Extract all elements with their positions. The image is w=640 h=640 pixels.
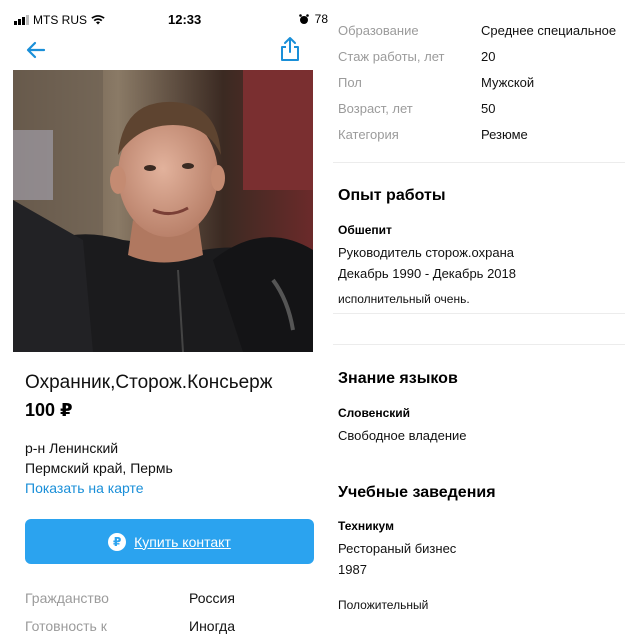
education-extra: Положительный bbox=[338, 598, 429, 612]
detail-label-readiness: Готовность к bbox=[25, 618, 107, 634]
listing-price: 100 ₽ bbox=[25, 400, 73, 420]
detail-value-category: Резюме bbox=[481, 127, 528, 142]
nav-bar bbox=[0, 36, 330, 66]
listing-title: Охранник,Сторож.Консьерж bbox=[25, 372, 273, 393]
language-name: Словенский bbox=[338, 406, 411, 420]
divider bbox=[333, 313, 625, 314]
person-photo-image bbox=[13, 70, 313, 352]
detail-value-experience: 20 bbox=[481, 49, 496, 64]
profile-photo[interactable] bbox=[13, 70, 313, 352]
experience-company: Обшепит bbox=[338, 223, 392, 237]
show-on-map-link[interactable]: Показать на карте bbox=[25, 480, 144, 496]
status-left: MTS RUS bbox=[14, 13, 105, 27]
detail-label-category: Категория bbox=[338, 127, 399, 142]
listing-screen: MTS RUS 12:33 78 Охранник,Сторож.Консьер… bbox=[0, 0, 330, 640]
language-level: Свободное владение bbox=[338, 428, 467, 443]
resume-details-screen: Образование Среднее специальное Стаж раб… bbox=[333, 0, 640, 640]
detail-value-education: Среднее специальное bbox=[481, 23, 617, 38]
wifi-icon bbox=[91, 15, 105, 25]
alarm-icon bbox=[298, 13, 309, 24]
divider bbox=[333, 162, 625, 163]
education-specialty: Ресторaный бизнес bbox=[338, 541, 457, 556]
detail-label-gender: Пол bbox=[338, 75, 362, 90]
experience-position: Руководитель сторож.охрана bbox=[338, 245, 514, 260]
back-arrow-icon[interactable] bbox=[24, 38, 48, 62]
languages-section-title: Знание языков bbox=[338, 370, 458, 387]
detail-label-education: Образование bbox=[338, 23, 419, 38]
education-section-title: Учебные заведения bbox=[338, 484, 496, 501]
detail-value-readiness: Иногда bbox=[189, 618, 236, 634]
detail-label-experience: Стаж работы, лет bbox=[338, 49, 445, 64]
detail-value-citizenship: Россия bbox=[189, 590, 235, 606]
detail-value-age: 50 bbox=[481, 101, 496, 116]
detail-label-citizenship: Гражданство bbox=[25, 590, 109, 606]
status-right: 78 bbox=[298, 12, 328, 26]
experience-section-title: Опыт работы bbox=[338, 187, 446, 204]
ruble-icon: ₽ bbox=[108, 532, 127, 551]
buy-contact-button[interactable]: ₽ Купить контакт bbox=[25, 519, 314, 564]
location-district: р-н Ленинский bbox=[25, 440, 119, 456]
buy-contact-label: Купить контакт bbox=[134, 533, 231, 550]
experience-period: Декабрь 1990 - Декабрь 2018 bbox=[338, 266, 516, 281]
share-icon[interactable] bbox=[278, 36, 302, 62]
detail-value-gender: Мужской bbox=[481, 75, 535, 90]
battery-level: 78 bbox=[314, 12, 328, 26]
experience-description: исполнительный очень. bbox=[338, 292, 470, 306]
signal-icon bbox=[14, 15, 29, 25]
carrier-label: MTS RUS bbox=[33, 13, 87, 27]
location-city: Пермский край, Пермь bbox=[25, 460, 173, 476]
status-time: 12:33 bbox=[168, 12, 202, 27]
education-year: 1987 bbox=[338, 562, 367, 577]
divider bbox=[333, 344, 625, 345]
detail-label-age: Возраст, лет bbox=[338, 101, 413, 116]
status-bar: MTS RUS 12:33 78 bbox=[0, 0, 330, 38]
education-institution: Техникум bbox=[338, 519, 394, 533]
